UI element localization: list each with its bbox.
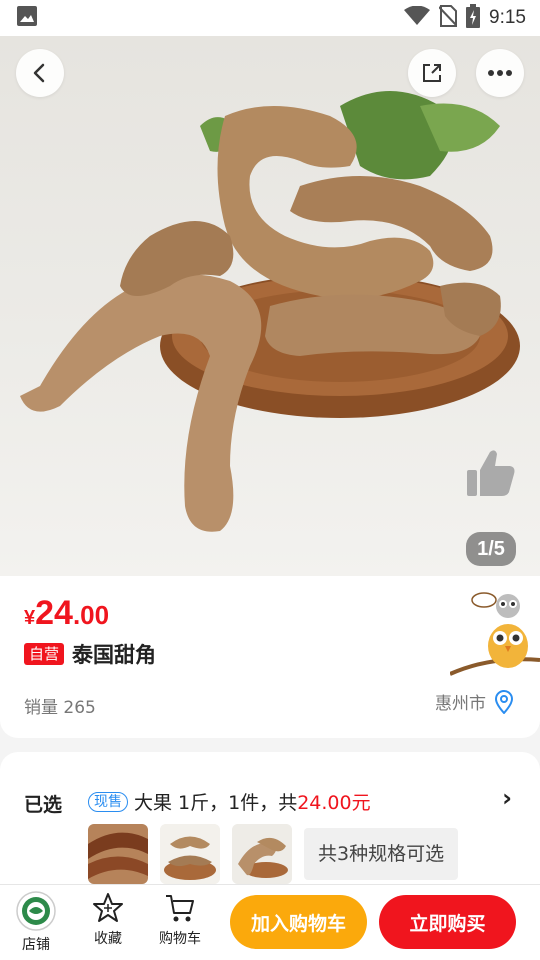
spec-thumbnail[interactable] — [232, 824, 292, 884]
selection-text: 大果 1斤，1件，共 — [134, 792, 298, 814]
share-icon — [423, 64, 441, 82]
spec-selection: 现售 大果 1斤，1件，共 24.00元 — [88, 788, 371, 815]
wifi-icon — [404, 5, 431, 30]
no-sim-icon — [438, 5, 458, 31]
spec-thumbnail[interactable] — [160, 824, 220, 884]
clock: 9:15 — [489, 7, 526, 28]
chevron-right-icon[interactable]: › — [502, 784, 512, 812]
in-stock-badge: 现售 — [88, 791, 128, 812]
cart-icon — [166, 895, 194, 922]
price-integer: 24 — [35, 594, 73, 632]
product-info-card: ¥24.00 自营 泰国甜角 销量 265 惠州市 — [0, 576, 540, 738]
product-photo — [20, 91, 520, 532]
location[interactable]: 惠州市 — [435, 689, 514, 714]
back-button[interactable] — [16, 49, 64, 97]
star-icon — [93, 893, 123, 922]
location-pin-icon — [494, 689, 514, 714]
battery-icon — [466, 4, 481, 32]
add-to-cart-button[interactable]: 加入购物车 — [230, 895, 367, 949]
spec-thumbnail-image — [88, 824, 148, 884]
more-button[interactable] — [476, 49, 524, 97]
spec-thumbnail-image — [232, 824, 292, 884]
status-bar: 9:15 — [0, 0, 540, 36]
chevron-left-icon — [33, 63, 45, 83]
product-detail-screen: 9:15 1/5 ¥24.00 自营 泰国甜角 销量 265 惠州市 已选 现售… — [0, 0, 540, 960]
cart-label: 购物车 — [159, 931, 201, 947]
selection-price: 24.00元 — [297, 792, 371, 814]
owl-mascot-icon — [450, 592, 540, 676]
price: ¥24.00 — [24, 594, 109, 633]
store-button[interactable]: 店铺 — [6, 891, 66, 954]
bottom-action-bar: 店铺 收藏 购物车 加入购物车 立即购买 — [0, 884, 540, 960]
gallery-icon — [16, 5, 38, 31]
like-button[interactable] — [464, 446, 518, 500]
title-row: 自营 泰国甜角 — [24, 639, 156, 669]
spec-options-count[interactable]: 共3种规格可选 — [304, 828, 459, 880]
spec-thumbnail-image — [160, 824, 220, 884]
price-currency: ¥ — [24, 607, 36, 629]
cart-button[interactable]: 购物车 — [150, 891, 210, 948]
spec-thumbnails: 共3种规格可选 — [88, 824, 459, 884]
spec-thumbnail[interactable] — [88, 824, 148, 884]
store-logo-icon — [16, 891, 56, 931]
favorite-label: 收藏 — [94, 931, 122, 947]
thumbs-up-icon — [467, 450, 515, 496]
location-text: 惠州市 — [435, 694, 486, 714]
self-operated-badge: 自营 — [24, 643, 65, 665]
spec-label: 已选 — [24, 794, 63, 816]
more-icon — [488, 70, 512, 76]
buy-now-button[interactable]: 立即购买 — [379, 895, 516, 949]
sales-count: 销量 265 — [24, 698, 96, 718]
store-label: 店铺 — [22, 937, 50, 953]
product-title: 泰国甜角 — [72, 643, 157, 667]
share-button[interactable] — [408, 49, 456, 97]
gallery-page-indicator: 1/5 — [466, 532, 516, 566]
product-gallery[interactable]: 1/5 — [0, 36, 540, 576]
favorite-button[interactable]: 收藏 — [78, 891, 138, 948]
price-decimal: .00 — [72, 600, 110, 630]
